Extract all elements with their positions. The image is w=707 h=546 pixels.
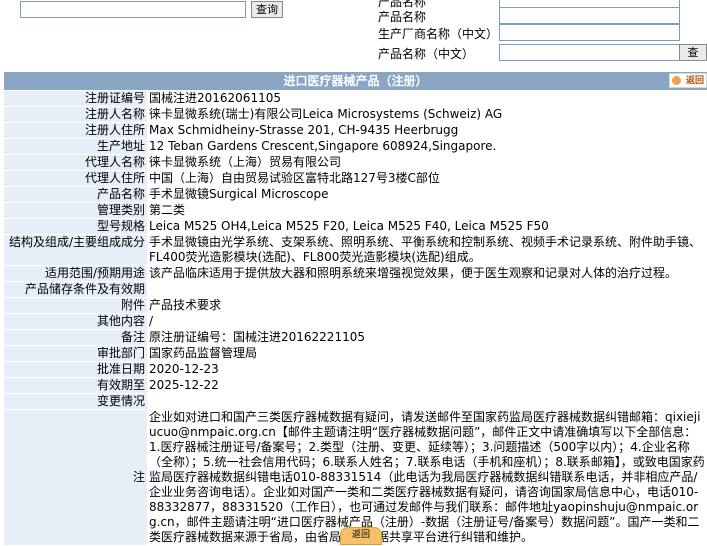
detail-row: 备注 原注册证编号：国械注进20162221105 [4, 329, 707, 346]
detail-row: 审批部门 国家药品监督管理局 [4, 345, 707, 362]
detail-row-value [147, 393, 707, 410]
detail-row-label: 型号规格 [4, 218, 147, 235]
detail-row: 管理类别 第二类 [4, 202, 707, 219]
detail-row-label: 其他内容 [4, 313, 147, 330]
detail-row-label: 批准日期 [4, 361, 147, 378]
detail-row-label: 备注 [4, 329, 147, 346]
detail-row-value: 徕卡显微系统（上海）贸易有限公司 [147, 154, 707, 171]
detail-row-label: 适用范围/预期用途 [4, 265, 147, 282]
detail-row-label: 有效期至 [4, 377, 147, 394]
detail-row-label: 变更情况 [4, 393, 147, 410]
note-label: 注 [4, 409, 147, 546]
detail-row: 注册人住所 Max Schmidheiny-Strasse 201, CH-943… [4, 122, 707, 139]
detail-row-label: 审批部门 [4, 345, 147, 362]
detail-row-value: 产品技术要求 [147, 297, 707, 314]
detail-row-value: Leica M525 OH4,Leica M525 F20, Leica M52… [147, 218, 707, 235]
detail-row-label: 代理人名称 [4, 154, 147, 171]
detail-row-value: 2025-12-22 [147, 377, 707, 394]
search-area: 查询 产品名称 产品名称 生产厂商名称（中文） 产品名称（中文） 查询 [0, 0, 707, 70]
detail-row-value: 该产品临床适用于提供放大器和照明系统来增强视觉效果，便于医生观察和记录对人体的治… [147, 265, 707, 282]
search-button-right[interactable]: 查询 [679, 44, 707, 61]
detail-row: 注册人名称 徕卡显微系统(瑞士)有限公司Leica Microsystems (S… [4, 106, 707, 123]
detail-row: 代理人名称 徕卡显微系统（上海）贸易有限公司 [4, 154, 707, 171]
product-name-input[interactable] [499, 7, 680, 24]
section-title-bar: 进口医疗器械产品（注册） 返回 [4, 72, 707, 90]
detail-row-label: 代理人住所 [4, 170, 147, 187]
detail-row-value [147, 281, 707, 298]
detail-row-label: 产品名称 [4, 186, 147, 203]
arrow-icon [672, 76, 681, 85]
search-input-left[interactable] [20, 1, 246, 18]
detail-row: 变更情况 [4, 393, 707, 410]
detail-row: 有效期至 2025-12-22 [4, 377, 707, 394]
detail-row-label: 注册证编号 [4, 91, 147, 107]
back-button-bottom[interactable]: 返回 [340, 527, 382, 545]
manufacturer-name-label: 生产厂商名称（中文） [378, 27, 499, 41]
detail-row-label: 生产地址 [4, 138, 147, 155]
detail-row-value: 国械注进20162061105 [147, 91, 707, 107]
detail-row-label: 结构及组成/主要组成成分 [4, 234, 147, 266]
detail-row-value: 国家药品监督管理局 [147, 345, 707, 362]
detail-row: 附件 产品技术要求 [4, 297, 707, 314]
back-button-bottom-label: 返回 [351, 530, 370, 540]
product-name-cn-label: 产品名称（中文） [378, 47, 475, 61]
product-name-label: 产品名称 [378, 10, 427, 24]
note-text: 企业如对进口和国产三类医疗器械数据有疑问，请发送邮件至国家药监局医疗器械数据纠错… [147, 409, 707, 546]
detail-row: 产品储存条件及有效期 [4, 281, 707, 298]
detail-row-value: Max Schmidheiny-Strasse 201, CH-9435 Hee… [147, 122, 707, 139]
detail-row-value: 第二类 [147, 202, 707, 219]
detail-row-value: 手术显微镜Surgical Microscope [147, 186, 707, 203]
manufacturer-name-input[interactable] [499, 24, 680, 41]
detail-row-value: 原注册证编号：国械注进20162221105 [147, 329, 707, 346]
detail-row: 注册证编号 国械注进20162061105 [4, 91, 707, 107]
detail-row-label: 管理类别 [4, 202, 147, 219]
back-button-top-label: 返回 [685, 76, 704, 86]
detail-row-label: 注册人名称 [4, 106, 147, 123]
detail-row-value: / [147, 313, 707, 330]
detail-row-value: 中国（上海）自由贸易试验区富特北路127号3楼C部位 [147, 170, 707, 187]
detail-row: 生产地址 12 Teban Gardens Crescent,Singapore … [4, 138, 707, 155]
note-row: 注企业如对进口和国产三类医疗器械数据有疑问，请发送邮件至国家药监局医疗器械数据纠… [4, 409, 707, 546]
section-title: 进口医疗器械产品（注册） [283, 74, 428, 88]
back-button-top[interactable]: 返回 [669, 73, 707, 88]
detail-row: 产品名称 手术显微镜Surgical Microscope [4, 186, 707, 203]
detail-row-value: 徕卡显微系统(瑞士)有限公司Leica Microsystems (Schwei… [147, 106, 707, 123]
detail-row: 结构及组成/主要组成成分 手术显微镜由光学系统、支架系统、照明系统、平衡系统和控制… [4, 234, 707, 266]
detail-row: 代理人住所 中国（上海）自由贸易试验区富特北路127号3楼C部位 [4, 170, 707, 187]
detail-row-label: 产品储存条件及有效期 [4, 281, 147, 298]
detail-row: 适用范围/预期用途 该产品临床适用于提供放大器和照明系统来增强视觉效果，便于医生观… [4, 265, 707, 282]
product-name-cn-input[interactable] [499, 44, 680, 61]
detail-row-label: 注册人住所 [4, 122, 147, 139]
detail-table: 注册证编号 国械注进20162061105 注册人名称 徕卡显微系统(瑞士)有限公司L… [4, 91, 707, 546]
detail-row: 其他内容 / [4, 313, 707, 330]
detail-row: 批准日期 2020-12-23 [4, 361, 707, 378]
detail-row-value: 12 Teban Gardens Crescent,Singapore 6089… [147, 138, 707, 155]
detail-row-value: 2020-12-23 [147, 361, 707, 378]
search-button-left[interactable]: 查询 [251, 1, 283, 18]
detail-row: 型号规格 Leica M525 OH4,Leica M525 F20, Leica… [4, 218, 707, 235]
detail-row-value: 手术显微镜由光学系统、支架系统、照明系统、平衡系统和控制系统、视频手术记录系统、… [147, 234, 707, 266]
detail-row-label: 附件 [4, 297, 147, 314]
